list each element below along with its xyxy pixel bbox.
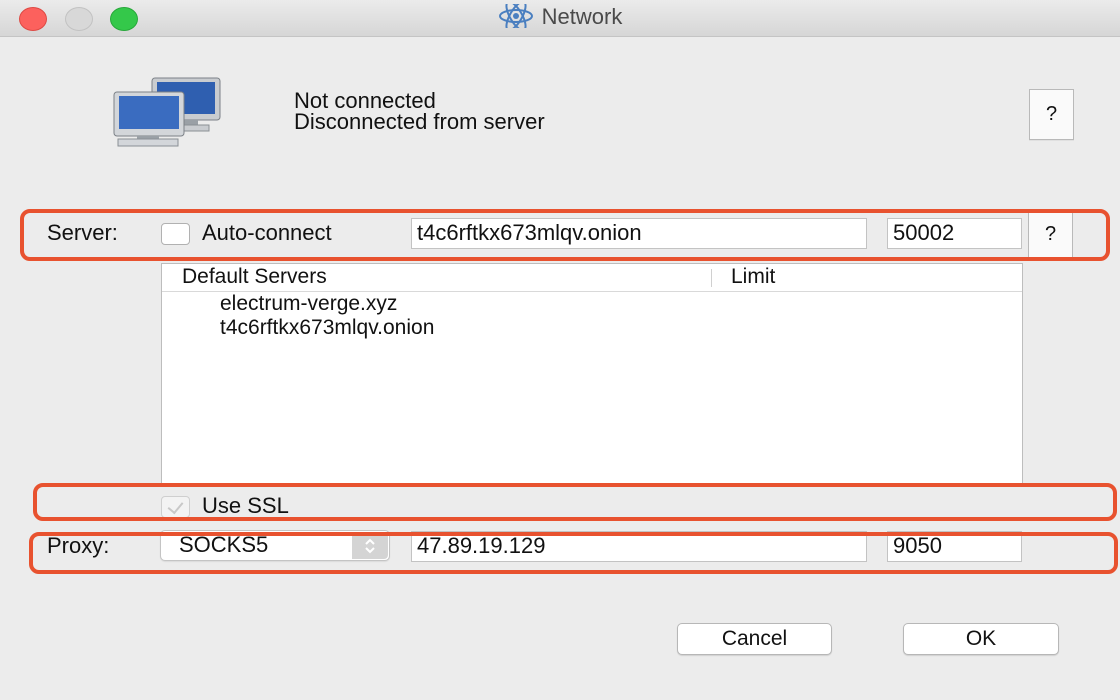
server-help-button[interactable]: ?	[1028, 211, 1073, 258]
server-port-input[interactable]: 50002	[887, 218, 1022, 249]
proxy-host-input[interactable]: 47.89.19.129	[411, 531, 867, 562]
server-list-header: Default Servers Limit	[162, 264, 1022, 292]
server-host-input[interactable]: t4c6rftkx673mlqv.onion	[411, 218, 867, 249]
proxy-type-select[interactable]: SOCKS5	[160, 530, 390, 561]
auto-connect-label: Auto-connect	[202, 220, 332, 245]
column-header-limit[interactable]: Limit	[731, 265, 775, 289]
chevron-updown-icon	[365, 538, 375, 554]
window-title: Network	[541, 4, 623, 29]
server-label: Server:	[47, 220, 118, 245]
window-title-group: Network	[0, 0, 1120, 32]
auto-connect-checkbox[interactable]	[161, 223, 190, 245]
proxy-port-input[interactable]: 9050	[887, 531, 1022, 562]
select-arrows	[352, 532, 388, 559]
title-bar: Network	[0, 0, 1120, 37]
server-list[interactable]: Default Servers Limit electrum-verge.xyz…	[161, 263, 1023, 485]
use-ssl-checkbox[interactable]	[161, 496, 190, 518]
column-separator[interactable]	[711, 269, 712, 287]
column-header-default-servers[interactable]: Default Servers	[182, 265, 327, 289]
electrum-app-icon	[498, 0, 533, 32]
server-list-item[interactable]: t4c6rftkx673mlqv.onion	[220, 316, 434, 340]
network-computers-icon	[113, 77, 221, 147]
ok-button[interactable]: OK	[903, 623, 1059, 655]
checkmark-icon	[167, 497, 184, 515]
server-list-item[interactable]: electrum-verge.xyz	[220, 292, 397, 316]
proxy-label: Proxy:	[47, 533, 110, 558]
cancel-button[interactable]: Cancel	[677, 623, 832, 655]
proxy-type-value: SOCKS5	[179, 532, 269, 557]
ssl-row-highlight	[33, 483, 1117, 521]
status-help-button[interactable]: ?	[1029, 89, 1074, 140]
connection-detail: Disconnected from server	[294, 109, 545, 134]
use-ssl-label: Use SSL	[202, 493, 289, 518]
